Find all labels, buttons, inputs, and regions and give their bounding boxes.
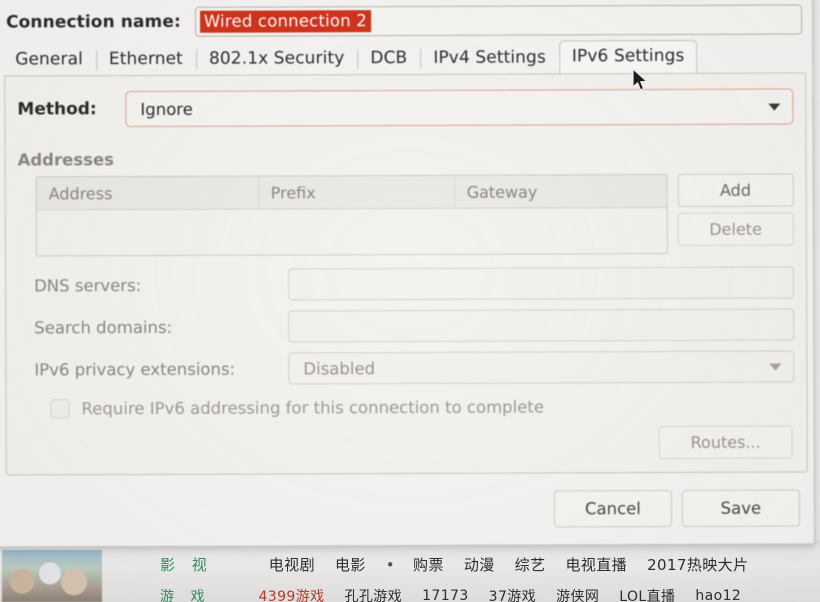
background-nav-category-1[interactable]: 影 视 [160, 554, 213, 575]
background-nav-link[interactable]: 17173 [422, 588, 469, 602]
require-ipv6-checkbox-row[interactable]: Require IPv6 addressing for this connect… [18, 392, 794, 423]
ipv6-privacy-extensions-dropdown[interactable]: Disabled [288, 350, 795, 385]
column-header-prefix[interactable]: Prefix [258, 175, 455, 209]
background-nav-separator: • [385, 555, 396, 574]
background-nav-link[interactable]: 购票 [413, 554, 444, 575]
background-nav-row-2: 游 戏 4399游戏 孔孔游戏 17173 37游戏 游侠网 LOL直播 hao… [0, 586, 820, 602]
connection-name-input[interactable]: Wired connection 2 [194, 4, 803, 37]
column-header-address[interactable]: Address [36, 176, 259, 210]
checkbox-icon[interactable] [50, 398, 70, 418]
dialog-action-bar: Cancel Save [0, 481, 816, 536]
save-button[interactable]: Save [681, 488, 800, 527]
background-nav-row-1: 影 视 电视剧 电影 • 购票 动漫 综艺 电视直播 2017热映大片 [0, 554, 820, 575]
tab-general[interactable]: General [2, 43, 96, 76]
background-nav-link[interactable]: 4399游戏 [258, 586, 324, 602]
routes-button[interactable]: Routes... [658, 425, 793, 460]
background-nav-link[interactable]: 电影 [335, 554, 366, 575]
cancel-button[interactable]: Cancel [553, 489, 672, 527]
background-nav-link[interactable]: 综艺 [515, 554, 546, 575]
dns-servers-label: DNS servers: [34, 275, 142, 295]
chevron-down-icon [768, 103, 781, 111]
method-selected-value: Ignore [140, 99, 193, 119]
background-nav-strip: 影 视 电视剧 电影 • 购票 动漫 综艺 电视直播 2017热映大片 游 戏 … [0, 540, 820, 602]
method-dropdown[interactable]: Ignore [125, 88, 794, 128]
addresses-area: Address Prefix Gateway Add Delete [35, 173, 794, 257]
ipv6-privacy-extensions-value: Disabled [303, 358, 376, 378]
addresses-table-header: Address Prefix Gateway [36, 174, 667, 211]
background-nav-link[interactable]: 2017热映大片 [647, 554, 748, 575]
chevron-down-icon [769, 363, 782, 371]
add-address-button[interactable]: Add [677, 173, 794, 207]
background-nav-link[interactable]: 电视剧 [269, 554, 315, 575]
search-domains-label: Search domains: [34, 317, 173, 337]
background-nav-link[interactable]: 电视直播 [565, 554, 627, 575]
addresses-table-body[interactable] [36, 207, 667, 257]
dns-servers-row: DNS servers: [18, 266, 795, 303]
delete-address-button[interactable]: Delete [677, 212, 794, 246]
background-nav-link[interactable]: 孔孔游戏 [344, 586, 402, 602]
tab-ipv6-settings[interactable]: IPv6 Settings [558, 39, 698, 76]
background-nav-category-2[interactable]: 游 戏 [160, 586, 210, 602]
tab-ethernet[interactable]: Ethernet [96, 43, 196, 76]
background-nav-link[interactable]: 37游戏 [489, 586, 536, 602]
search-domains-input[interactable] [288, 308, 795, 343]
addresses-section-heading: Addresses [17, 150, 114, 170]
connection-name-row: Connection name: Wired connection 2 [6, 1, 803, 40]
column-header-gateway[interactable]: Gateway [455, 175, 667, 208]
settings-tab-bar: General Ethernet 802.1x Security DCB IPv… [2, 39, 808, 76]
connection-name-value: Wired connection 2 [199, 10, 372, 33]
ipv6-settings-panel: Method: Ignore Addresses Address Prefix … [4, 72, 808, 476]
background-nav-link[interactable]: 动漫 [464, 554, 495, 575]
background-nav-link[interactable]: LOL直播 [619, 586, 675, 602]
background-nav-link[interactable]: 游侠网 [556, 586, 599, 602]
addresses-button-group: Add Delete [677, 173, 794, 254]
ipv6-privacy-extensions-label: IPv6 privacy extensions: [34, 359, 236, 379]
method-label: Method: [17, 99, 97, 120]
require-ipv6-checkbox-label: Require IPv6 addressing for this connect… [81, 396, 544, 418]
connection-editor-dialog: Connection name: Wired connection 2 Gene… [0, 0, 816, 548]
search-domains-row: Search domains: [18, 308, 795, 345]
tab-ipv4-settings[interactable]: IPv4 Settings [420, 41, 559, 75]
ipv6-privacy-extensions-row: IPv6 privacy extensions: Disabled [18, 350, 795, 387]
background-nav-link[interactable]: hao12 [695, 588, 741, 602]
tab-8021x-security[interactable]: 802.1x Security [196, 42, 358, 76]
tab-dcb[interactable]: DCB [357, 42, 420, 75]
method-row: Method: Ignore [17, 88, 794, 129]
addresses-table[interactable]: Address Prefix Gateway [35, 173, 668, 257]
dns-servers-input[interactable] [287, 266, 795, 301]
connection-name-label: Connection name: [6, 11, 181, 33]
